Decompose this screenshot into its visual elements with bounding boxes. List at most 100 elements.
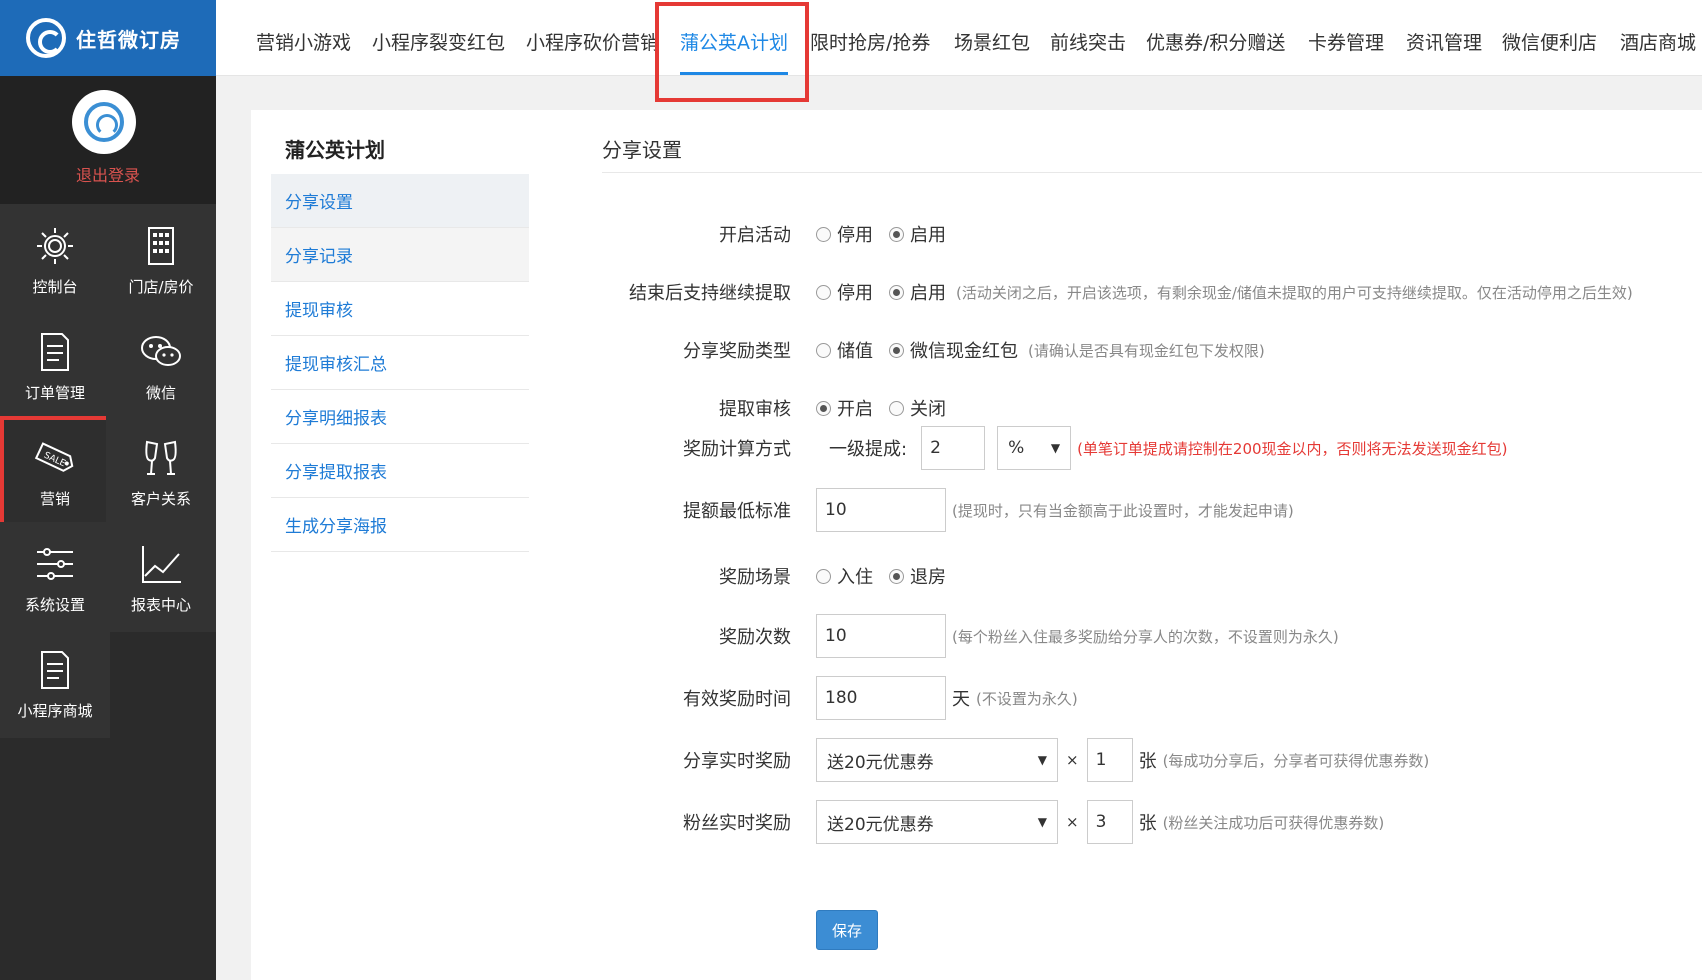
option-label: 关闭 <box>910 399 946 420</box>
min-amount-input[interactable]: 10 <box>816 488 946 532</box>
line-chart-icon <box>137 540 185 588</box>
review-option-off[interactable]: 关闭 <box>889 395 946 421</box>
share-coupon-unit: 张 <box>1138 751 1157 772</box>
continue-option-on[interactable]: 启用 <box>889 279 946 305</box>
profile-area: 退出登录 <box>0 76 216 204</box>
form-row-continue-withdraw: 结束后支持继续提取 停用 启用 (活动关闭之后，开启该选项，有剩余现金/储值未提… <box>251 270 1702 314</box>
radio-unchecked[interactable] <box>816 568 831 584</box>
radio-unchecked[interactable] <box>816 284 831 300</box>
radio-checked[interactable] <box>889 342 904 358</box>
tab-hotel-mall[interactable]: 酒店商城 <box>1620 28 1696 55</box>
valid-time-input[interactable]: 180 <box>816 676 946 720</box>
valid-time-hint: (不设置为永久) <box>976 689 1078 708</box>
share-reward-hint: (每成功分享后，分享者可获得优惠券数) <box>1162 751 1430 770</box>
fan-coupon-qty-input[interactable]: 3 <box>1086 800 1133 844</box>
tab-coupon-points[interactable]: 优惠券/积分赠送 <box>1146 28 1285 55</box>
tab-news[interactable]: 资讯管理 <box>1406 28 1482 55</box>
form-row-withdraw-review: 提取审核 开启 关闭 <box>251 386 1702 430</box>
option-label: 储值 <box>837 341 873 362</box>
sidebar-item-label: 小程序商城 <box>17 701 93 720</box>
tab-marketing-games[interactable]: 营销小游戏 <box>256 28 351 55</box>
form-row-scene: 奖励场景 入住 退房 <box>251 554 1702 598</box>
field-label: 分享奖励类型 <box>683 341 791 362</box>
tab-card-coupons[interactable]: 卡券管理 <box>1308 28 1384 55</box>
form-row-valid-time: 有效奖励时间 180 天 (不设置为永久) <box>251 676 1702 720</box>
radio-unchecked[interactable] <box>816 342 831 358</box>
commission-input[interactable]: 2 <box>921 426 986 470</box>
logout-link[interactable]: 退出登录 <box>0 162 216 186</box>
main-panel: 蒲公英计划 分享设置 分享记录 提现审核 提现审核汇总 分享明细报表 分享提取报… <box>251 110 1702 980</box>
sidebar-item-label: 门店/房价 <box>128 277 194 296</box>
reward-count-input[interactable]: 10 <box>816 614 946 658</box>
radio-checked[interactable] <box>889 284 904 300</box>
radio-checked[interactable] <box>889 226 904 242</box>
sidebar-item-settings[interactable]: 系统设置 <box>0 522 110 632</box>
section-divider <box>602 172 1702 173</box>
tab-scene-redpacket[interactable]: 场景红包 <box>954 28 1030 55</box>
activity-option-on[interactable]: 启用 <box>889 221 946 247</box>
form-row-count: 奖励次数 10 (每个粉丝入住最多奖励给分享人的次数，不设置则为永久) <box>251 614 1702 658</box>
option-label: 启用 <box>910 225 946 246</box>
field-label: 奖励场景 <box>719 567 791 588</box>
withdraw-review-radio-group: 开启 关闭 <box>816 395 962 421</box>
radio-checked[interactable] <box>816 400 831 416</box>
sidebar-item-wechat[interactable]: 微信 <box>106 310 216 420</box>
count-hint: (每个粉丝入住最多奖励给分享人的次数，不设置则为永久) <box>952 627 1339 646</box>
save-button[interactable]: 保存 <box>816 910 878 950</box>
sidebar-item-crm[interactable]: 客户关系 <box>106 416 216 526</box>
wechat-icon <box>137 328 185 376</box>
calc-method-hint: (单笔订单提成请控制在200现金以内，否则将无法发送现金红包) <box>1077 439 1508 458</box>
sidebar-item-stores[interactable]: 门店/房价 <box>106 204 216 314</box>
field-label: 分享实时奖励 <box>683 751 791 772</box>
radio-checked[interactable] <box>889 568 904 584</box>
form-row-fan-reward: 粉丝实时奖励 送20元优惠券 ▼ × 3 张 (粉丝关注成功后可获得优惠券数) <box>251 800 1702 844</box>
sidebar-item-label: 系统设置 <box>24 595 85 614</box>
brand-bar: 住哲微订房 <box>0 0 216 76</box>
form-row-activity: 开启活动 停用 启用 <box>251 212 1702 256</box>
field-label: 开启活动 <box>719 225 791 246</box>
chevron-down-icon: ▼ <box>1037 753 1047 767</box>
commission-unit-select[interactable]: % ▼ <box>997 426 1072 470</box>
sidebar-item-reports[interactable]: 报表中心 <box>106 522 216 632</box>
fan-reward-field: 送20元优惠券 ▼ × 3 张 (粉丝关注成功后可获得优惠券数) <box>816 800 1384 844</box>
option-label: 启用 <box>910 283 946 304</box>
field-label: 提额最低标准 <box>683 501 791 522</box>
min-amount-field: 10 (提现时，只有当金额高于此设置时，才能发起申请) <box>816 488 1294 532</box>
select-value: 送20元优惠券 <box>827 814 934 835</box>
activity-option-off[interactable]: 停用 <box>816 221 873 247</box>
annotation-highlight-box <box>655 2 809 102</box>
avatar <box>72 90 136 154</box>
reward-type-option-stored[interactable]: 储值 <box>816 337 873 363</box>
fan-coupon-select[interactable]: 送20元优惠券 ▼ <box>816 800 1058 844</box>
sidebar-item-orders[interactable]: 订单管理 <box>0 310 110 420</box>
radio-unchecked[interactable] <box>889 400 904 416</box>
scene-option-checkin[interactable]: 入住 <box>816 563 873 589</box>
tab-fission-redpacket[interactable]: 小程序裂变红包 <box>372 28 505 55</box>
tab-frontline[interactable]: 前线突击 <box>1050 28 1126 55</box>
sun-gear-icon <box>31 222 79 270</box>
reward-type-option-redpacket[interactable]: 微信现金红包 <box>889 337 1018 363</box>
field-label: 粉丝实时奖励 <box>683 813 791 834</box>
sale-tag-icon: SALE <box>31 434 79 482</box>
share-coupon-select[interactable]: 送20元优惠券 ▼ <box>816 738 1058 782</box>
valid-time-unit: 天 <box>952 689 970 710</box>
continue-withdraw-radio-group: 停用 启用 (活动关闭之后，开启该选项，有剩余现金/储值未提取的用户可支持继续提… <box>816 279 1633 305</box>
section-title: 分享设置 <box>602 138 682 162</box>
sidebar-item-dashboard[interactable]: 控制台 <box>0 204 110 314</box>
scene-radio-group: 入住 退房 <box>816 563 962 589</box>
scene-option-checkout[interactable]: 退房 <box>889 563 946 589</box>
brand-name: 住哲微订房 <box>76 27 181 52</box>
review-option-on[interactable]: 开启 <box>816 395 873 421</box>
share-coupon-qty-input[interactable]: 1 <box>1086 738 1133 782</box>
sidebar-item-mini-mall[interactable]: 小程序商城 <box>0 628 110 738</box>
radio-unchecked[interactable] <box>816 226 831 242</box>
calc-prefix: 一级提成: <box>829 439 908 460</box>
sidebar-item-marketing[interactable]: SALE 营销 <box>0 416 110 526</box>
field-label: 提取审核 <box>719 399 791 420</box>
tab-convenience-store[interactable]: 微信便利店 <box>1502 28 1597 55</box>
continue-option-off[interactable]: 停用 <box>816 279 873 305</box>
tab-bargain[interactable]: 小程序砍价营销 <box>526 28 659 55</box>
tab-flash-sale[interactable]: 限时抢房/抢券 <box>810 28 930 55</box>
wine-glasses-icon <box>137 434 185 482</box>
top-nav: 营销小游戏 小程序裂变红包 小程序砍价营销 蒲公英A计划 限时抢房/抢券 场景红… <box>216 0 1702 76</box>
